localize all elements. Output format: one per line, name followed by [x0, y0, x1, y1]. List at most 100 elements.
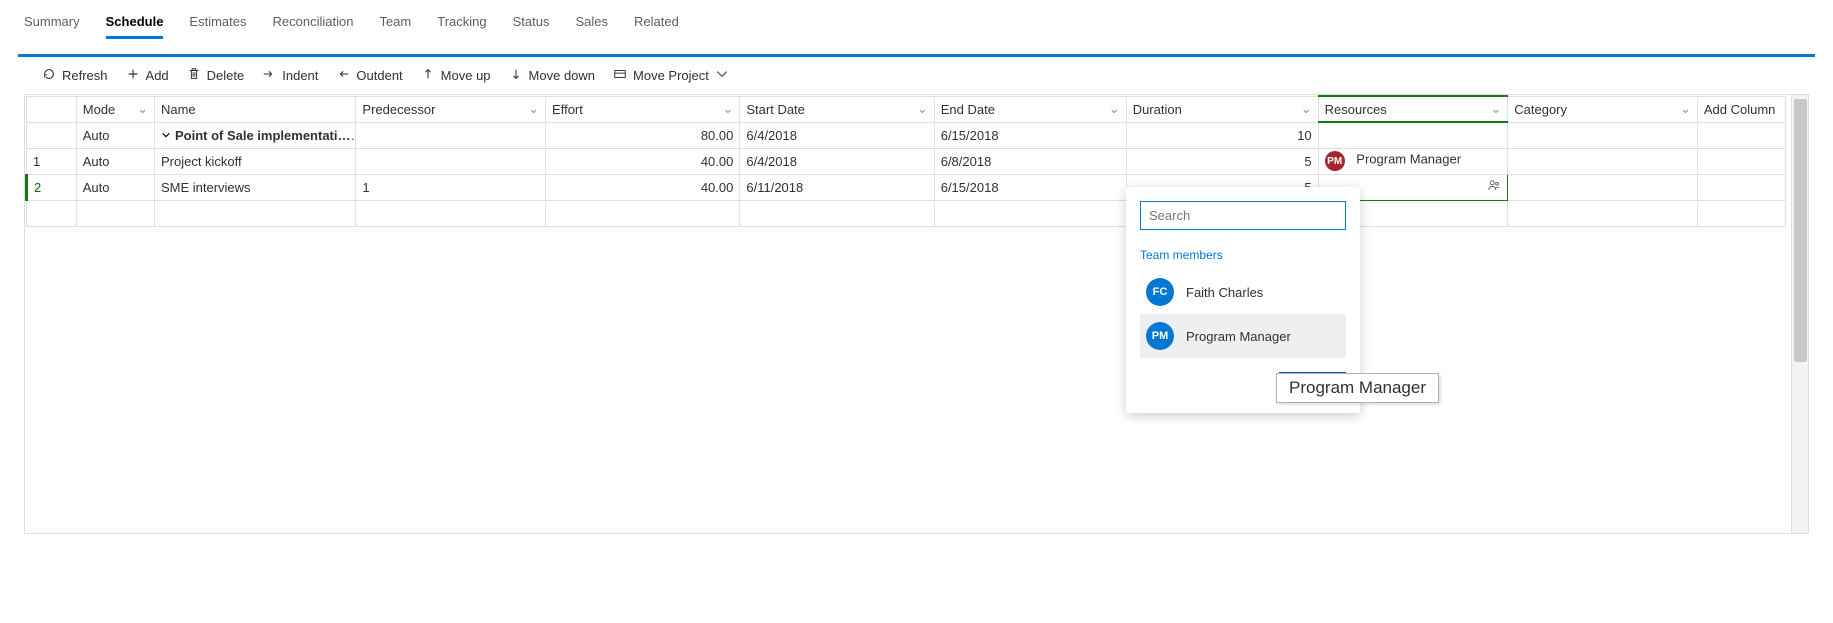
- mode-cell[interactable]: Auto: [76, 122, 154, 148]
- header-category[interactable]: Category⌄: [1508, 96, 1698, 122]
- search-input[interactable]: [1140, 201, 1346, 230]
- name-cell[interactable]: [154, 200, 355, 226]
- spare-cell[interactable]: [1697, 200, 1785, 226]
- effort-cell[interactable]: 80.00: [546, 122, 740, 148]
- spare-cell[interactable]: [1697, 122, 1785, 148]
- start-cell[interactable]: 6/4/2018: [740, 122, 934, 148]
- tab-related[interactable]: Related: [634, 10, 679, 39]
- moveup-label: Move up: [441, 68, 491, 83]
- mode-cell[interactable]: Auto: [76, 148, 154, 174]
- header-effort[interactable]: Effort⌄: [546, 96, 740, 122]
- tab-tracking[interactable]: Tracking: [437, 10, 486, 39]
- end-cell[interactable]: [934, 200, 1126, 226]
- resources-cell[interactable]: PM Program Manager: [1318, 148, 1508, 174]
- team-members-heading: Team members: [1140, 248, 1346, 262]
- predecessor-cell[interactable]: [356, 122, 546, 148]
- move-up-button[interactable]: Move up: [421, 67, 491, 84]
- chevron-down-icon: ⌄: [1109, 101, 1120, 117]
- outdent-icon: [336, 67, 350, 84]
- chevron-down-icon: ⌄: [722, 101, 733, 117]
- expand-toggle[interactable]: Point of Sale implementati…: [161, 128, 351, 143]
- effort-cell[interactable]: 40.00: [546, 148, 740, 174]
- indent-button[interactable]: Indent: [262, 67, 318, 84]
- vertical-scrollbar[interactable]: [1791, 95, 1809, 533]
- tab-status[interactable]: Status: [513, 10, 550, 39]
- tab-estimates[interactable]: Estimates: [189, 10, 246, 39]
- effort-cell[interactable]: 40.00: [546, 174, 740, 200]
- spare-cell[interactable]: [1697, 148, 1785, 174]
- mode-cell[interactable]: Auto: [76, 174, 154, 200]
- tab-schedule[interactable]: Schedule: [106, 10, 164, 39]
- category-cell[interactable]: [1508, 174, 1698, 200]
- resource-name: Program Manager: [1356, 152, 1461, 167]
- header-duration[interactable]: Duration⌄: [1126, 96, 1318, 122]
- chevron-down-icon: [715, 67, 729, 84]
- header-add-column[interactable]: Add Column: [1697, 96, 1785, 122]
- predecessor-cell[interactable]: [356, 148, 546, 174]
- predecessor-cell[interactable]: 1: [356, 174, 546, 200]
- tab-team[interactable]: Team: [379, 10, 411, 39]
- move-project-button[interactable]: Move Project: [613, 67, 729, 84]
- outdent-button[interactable]: Outdent: [336, 67, 402, 84]
- duration-cell[interactable]: 5: [1126, 148, 1318, 174]
- name-cell[interactable]: SME interviews: [154, 174, 355, 200]
- spare-cell[interactable]: [1697, 174, 1785, 200]
- move-down-button[interactable]: Move down: [509, 67, 595, 84]
- duration-cell[interactable]: 10: [1126, 122, 1318, 148]
- moveproject-label: Move Project: [633, 68, 709, 83]
- start-cell[interactable]: 6/11/2018: [740, 174, 934, 200]
- option-faith-charles[interactable]: FC Faith Charles: [1140, 270, 1346, 314]
- effort-cell[interactable]: [546, 200, 740, 226]
- add-label: Add: [146, 68, 169, 83]
- tab-reconciliation[interactable]: Reconciliation: [273, 10, 354, 39]
- mode-cell[interactable]: [76, 200, 154, 226]
- chevron-down-icon: ⌄: [1680, 101, 1691, 117]
- table-row[interactable]: [27, 200, 1807, 226]
- table-row[interactable]: 2 Auto SME interviews 1 40.00 6/11/2018 …: [27, 174, 1807, 200]
- add-button[interactable]: Add: [126, 67, 169, 84]
- category-cell[interactable]: [1508, 200, 1698, 226]
- header-end[interactable]: End Date⌄: [934, 96, 1126, 122]
- tab-sales[interactable]: Sales: [575, 10, 608, 39]
- table-row[interactable]: 1 Auto Project kickoff 40.00 6/4/2018 6/…: [27, 148, 1807, 174]
- arrow-up-icon: [421, 67, 435, 84]
- plus-icon: [126, 67, 140, 84]
- header-row: Mode⌄ Name Predecessor⌄ Effort⌄ Start Da…: [27, 96, 1807, 122]
- option-label: Program Manager: [1186, 329, 1291, 344]
- chevron-down-icon: ⌄: [917, 101, 928, 117]
- movedown-label: Move down: [529, 68, 595, 83]
- end-cell[interactable]: 6/15/2018: [934, 122, 1126, 148]
- category-cell[interactable]: [1508, 122, 1698, 148]
- header-name[interactable]: Name: [154, 96, 355, 122]
- end-cell[interactable]: 6/15/2018: [934, 174, 1126, 200]
- rownum-cell[interactable]: 2: [27, 174, 77, 200]
- rownum-cell[interactable]: [27, 122, 77, 148]
- rownum-cell[interactable]: [27, 200, 77, 226]
- delete-label: Delete: [207, 68, 245, 83]
- header-mode[interactable]: Mode⌄: [76, 96, 154, 122]
- chevron-down-icon: [161, 128, 171, 143]
- delete-button[interactable]: Delete: [187, 67, 245, 84]
- predecessor-cell[interactable]: [356, 200, 546, 226]
- name-cell[interactable]: Project kickoff: [154, 148, 355, 174]
- name-cell[interactable]: Point of Sale implementati…: [154, 122, 355, 148]
- resources-cell[interactable]: [1318, 122, 1508, 148]
- tooltip: Program Manager: [1276, 373, 1439, 403]
- header-resources[interactable]: Resources⌄: [1318, 96, 1508, 122]
- header-start[interactable]: Start Date⌄: [740, 96, 934, 122]
- option-program-manager[interactable]: PM Program Manager: [1140, 314, 1346, 358]
- tab-summary[interactable]: Summary: [24, 10, 80, 39]
- rownum-cell[interactable]: 1: [27, 148, 77, 174]
- category-cell[interactable]: [1508, 148, 1698, 174]
- header-predecessor[interactable]: Predecessor⌄: [356, 96, 546, 122]
- start-cell[interactable]: 6/4/2018: [740, 148, 934, 174]
- indent-label: Indent: [282, 68, 318, 83]
- scrollbar-thumb[interactable]: [1794, 99, 1807, 362]
- header-rownum[interactable]: [27, 96, 77, 122]
- refresh-button[interactable]: Refresh: [42, 67, 108, 84]
- table-row[interactable]: Auto Point of Sale implementati… 80.00 6…: [27, 122, 1807, 148]
- people-picker-icon[interactable]: [1487, 179, 1501, 196]
- start-cell[interactable]: [740, 200, 934, 226]
- grid: Mode⌄ Name Predecessor⌄ Effort⌄ Start Da…: [24, 94, 1809, 534]
- end-cell[interactable]: 6/8/2018: [934, 148, 1126, 174]
